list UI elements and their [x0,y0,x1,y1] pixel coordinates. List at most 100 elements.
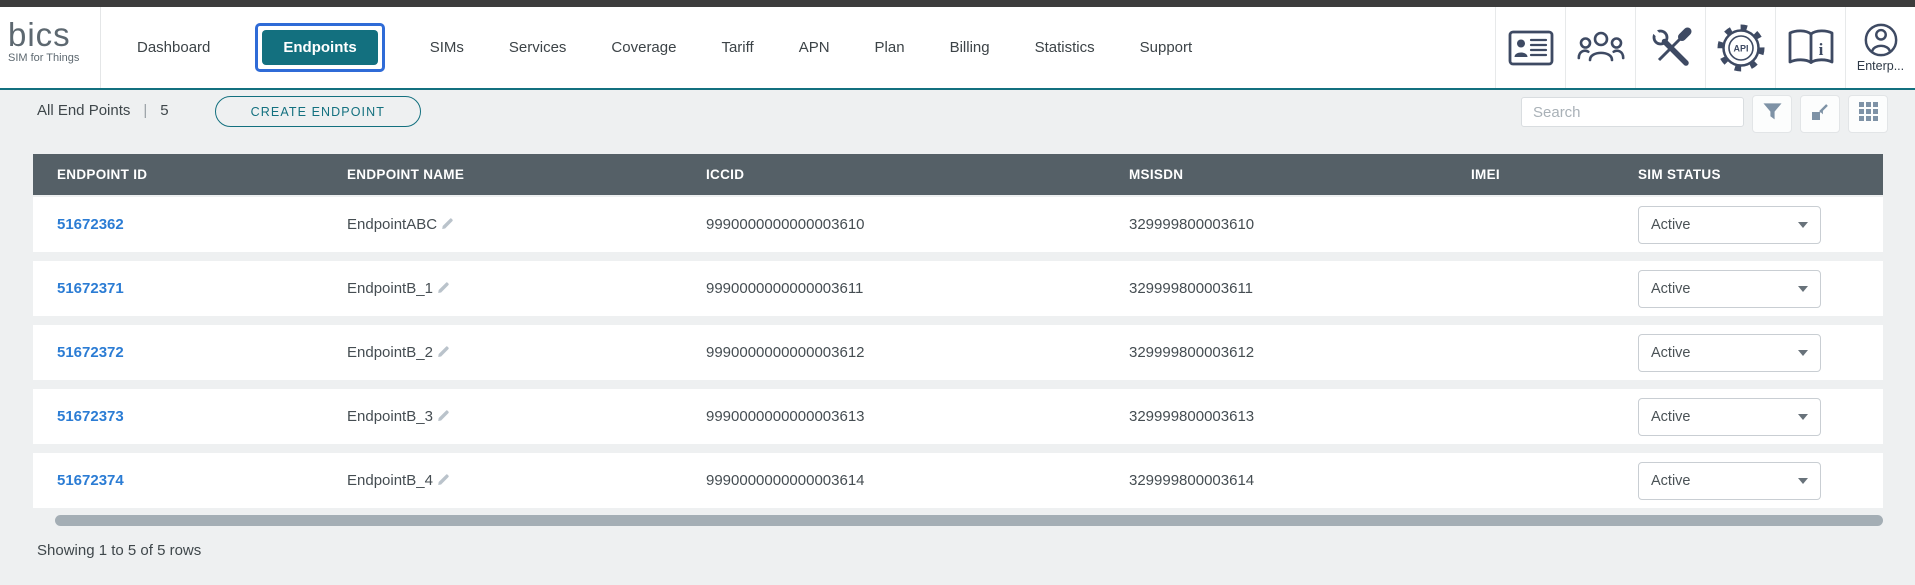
endpoint-id-link[interactable]: 51672373 [57,408,124,425]
title-separator: | [143,102,147,119]
nav-item-apn[interactable]: APN [799,39,830,56]
columns-button[interactable] [1848,95,1888,133]
sim-status-dropdown[interactable]: Active [1638,270,1821,308]
table-row: 51672373 EndpointB_3 999000000000000361332… [33,389,1883,444]
table-row: 51672372 EndpointB_2 999000000000000361232… [33,325,1883,380]
endpoint-id-link[interactable]: 51672374 [57,472,124,489]
nav-item-sims[interactable]: SIMs [430,39,464,56]
enterprise-label: Enterp... [1857,59,1904,73]
nav-item-endpoints[interactable]: Endpoints [262,30,377,65]
iccid-value: 9990000000000003611 [706,280,1129,297]
msisdn-value: 329999800003611 [1129,280,1471,297]
brand-logo: bics SIM for Things [0,7,100,88]
export-icon [1810,102,1830,127]
chevron-down-icon [1798,478,1808,484]
columns-grid-icon [1859,102,1878,126]
column-header-sim-status: SIM STATUS [1638,167,1883,182]
tools-icon [1650,27,1692,69]
msisdn-value: 329999800003613 [1129,408,1471,425]
endpoint-name: EndpointB_4 [347,472,433,489]
main-navbar: bics SIM for Things Dashboard Endpoints SI… [0,7,1915,90]
primary-nav: Dashboard Endpoints SIMs Services Coverage Ta… [137,7,1192,88]
rows-summary: Showing 1 to 5 of 5 rows [37,542,1915,559]
msisdn-value: 329999800003612 [1129,344,1471,361]
column-header-msisdn: MSISDN [1129,167,1471,182]
user-group-button[interactable] [1565,7,1635,88]
endpoint-name: EndpointABC [347,216,437,233]
user-guide-book-icon: i [1784,26,1838,70]
endpoint-id-link[interactable]: 51672371 [57,280,124,297]
api-gear-icon: API [1714,21,1768,75]
filter-button[interactable] [1752,95,1792,133]
endpoint-name: EndpointB_1 [347,280,433,297]
contact-card-button[interactable] [1495,7,1565,88]
endpoint-id-link[interactable]: 51672372 [57,344,124,361]
column-header-iccid: ICCID [706,167,1129,182]
nav-item-dashboard[interactable]: Dashboard [137,39,210,56]
sim-status-dropdown[interactable]: Active [1638,398,1821,436]
table-row: 51672374 EndpointB_4 999000000000000361432… [33,453,1883,508]
edit-pencil-icon[interactable] [441,215,454,234]
contact-card-icon [1508,30,1554,66]
endpoint-name: EndpointB_2 [347,344,433,361]
iccid-value: 9990000000000003613 [706,408,1129,425]
chevron-down-icon [1798,414,1808,420]
search-input[interactable] [1521,97,1744,127]
tools-button[interactable] [1635,7,1705,88]
sim-status-value: Active [1651,409,1691,425]
toolbar-right [1521,95,1888,133]
table-row: 51672362 EndpointABC 999000000000000361032… [33,197,1883,252]
brand-name: bics [8,19,100,51]
sim-status-dropdown[interactable]: Active [1638,334,1821,372]
svg-text:i: i [1818,40,1823,59]
sim-status-value: Active [1651,281,1691,297]
brand-tagline: SIM for Things [8,52,100,64]
iccid-value: 9990000000000003610 [706,216,1129,233]
sim-status-dropdown[interactable]: Active [1638,206,1821,244]
user-group-icon [1577,30,1625,66]
nav-item-coverage[interactable]: Coverage [611,39,676,56]
api-gear-button[interactable]: API [1705,7,1775,88]
chevron-down-icon [1798,350,1808,356]
nav-item-services[interactable]: Services [509,39,567,56]
nav-item-statistics[interactable]: Statistics [1035,39,1095,56]
column-header-imei: IMEI [1471,167,1638,182]
sim-status-value: Active [1651,473,1691,489]
create-endpoint-button[interactable]: CREATE ENDPOINT [215,96,421,127]
edit-pencil-icon[interactable] [437,471,450,490]
nav-item-billing[interactable]: Billing [950,39,990,56]
filter-icon [1762,102,1783,126]
edit-pencil-icon[interactable] [437,407,450,426]
iccid-value: 9990000000000003614 [706,472,1129,489]
nav-item-plan[interactable]: Plan [875,39,905,56]
column-header-endpoint-id: ENDPOINT ID [57,167,347,182]
sim-status-dropdown[interactable]: Active [1638,462,1821,500]
logo-divider [100,7,101,88]
horizontal-scrollbar[interactable] [55,515,1883,526]
nav-item-support[interactable]: Support [1140,39,1193,56]
nav-item-tariff[interactable]: Tariff [721,39,753,56]
endpoints-table: ENDPOINT IDENDPOINT NAMEICCIDMSISDNIMEIS… [33,154,1883,508]
header-icon-cluster: API i Enterp... [1495,7,1915,88]
list-title-text: All End Points [37,102,130,119]
chevron-down-icon [1798,222,1808,228]
iccid-value: 9990000000000003612 [706,344,1129,361]
endpoint-name: EndpointB_3 [347,408,433,425]
chevron-down-icon [1798,286,1808,292]
table-header-row: ENDPOINT IDENDPOINT NAMEICCIDMSISDNIMEIS… [33,154,1883,195]
table-row: 51672371 EndpointB_1 999000000000000361132… [33,261,1883,316]
enterprise-user-button[interactable]: Enterp... [1845,7,1915,88]
endpoint-id-link[interactable]: 51672362 [57,216,124,233]
endpoint-count: 5 [160,102,168,119]
enterprise-user-icon [1863,22,1899,58]
sim-status-value: Active [1651,345,1691,361]
edit-pencil-icon[interactable] [437,279,450,298]
column-header-endpoint-name: ENDPOINT NAME [347,167,706,182]
svg-text:API: API [1733,43,1748,53]
top-accent-bar [0,0,1915,7]
msisdn-value: 329999800003610 [1129,216,1471,233]
user-guide-book-button[interactable]: i [1775,7,1845,88]
edit-pencil-icon[interactable] [437,343,450,362]
msisdn-value: 329999800003614 [1129,472,1471,489]
export-button[interactable] [1800,95,1840,133]
